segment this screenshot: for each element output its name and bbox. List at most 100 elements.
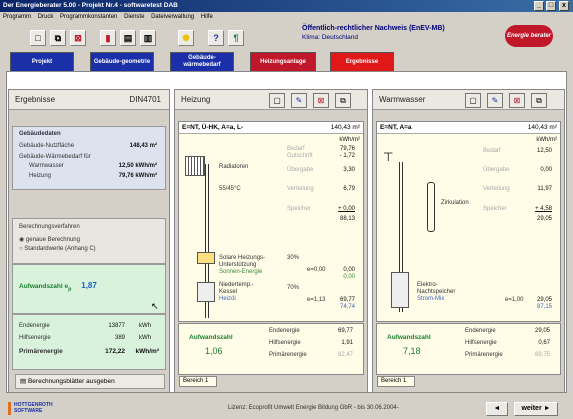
nachtspeicher-icon [391,272,409,308]
heizung-area: 140,43 m² [330,124,360,131]
warm-delete-icon[interactable]: ⊠ [509,93,525,108]
menu-programmkonstanten[interactable]: Programmkonstanten [60,14,117,20]
heizung-label: Heizung [29,173,52,179]
tab-heizungsanlage[interactable]: Heizungsanlage [250,52,316,71]
aufwandszahl-ep: Aufwandszahl ep 1,87 [19,281,97,292]
warm-val-verteilung: 11,97 [537,186,552,192]
warm-gen-v1: 29,05 [536,297,552,303]
warm-key-uebergabe: Übergabe [483,167,510,173]
heizung-end-label: Endenergie [269,328,300,334]
verfahren-heading: Berechnungsverfahren [19,224,80,230]
hilfsenergie-label: Hilfsenergie [19,335,51,341]
ns-line2: Nachtspeicher [417,289,456,295]
help-icon[interactable]: ? [208,30,224,46]
warm-end-value: 29,05 [534,328,550,334]
heizung-key-gutschrift: Gutschrift [287,153,313,159]
menu-druck[interactable]: Druck [38,14,54,20]
zirkulation-label: Zirkulation [441,200,469,206]
open-icon[interactable]: ⧉ [50,30,66,46]
warm-summary: Aufwandszahl 7,18 Endenergie 29,05 Hilfs… [376,323,561,375]
heizung-val-gutschrift: - 1,72 [339,153,355,159]
warm-bereich-tab[interactable]: Bereich 1 [377,376,415,387]
ns-sub: Strom-Mix [417,296,445,302]
primaerenergie-label: Primärenergie [19,348,63,355]
mouse-cursor-icon: ↖ [151,301,159,311]
heizung-delete-icon[interactable]: ⊠ [313,93,329,108]
heizung-summary: Aufwandszahl 1,06 Endenergie 69,77 Hilfs… [178,323,364,375]
nutzflaeche-label: Gebäude-Nutzfläche [19,143,75,149]
warm-val-speicher: + 4,58 [535,206,552,212]
kessel-e: e=1,13 [307,297,326,303]
heizung-key-speicher: Speicher [287,206,311,212]
warm-key-verteilung: Verteilung [483,186,510,192]
back-button[interactable]: ◄ [486,402,508,416]
minimize-button[interactable]: _ [534,1,544,11]
delete-icon[interactable]: ⊠ [70,30,86,46]
berechnungsblaetter-button[interactable]: ▤ Berechnungsblätter ausgeben [15,374,165,389]
genaue-berechnung-radio[interactable]: ◉ genaue Berechnung [19,236,80,243]
heizung-aufwand-label: Aufwandszahl [189,334,233,341]
heizung-val-uebergabe: 3,30 [343,167,355,173]
maximize-button[interactable]: □ [546,1,556,11]
info-icon[interactable]: ¶ [228,30,244,46]
warm-formula-row: E=NT, A=a 140,43 m² [377,122,560,134]
heizung-bereich-tab[interactable]: Bereich 1 [179,376,217,387]
heizung-key-verteilung: Verteilung [287,186,314,192]
kessel-v2: 74,74 [339,304,355,310]
ergebnisse-panel: Ergebnisse DIN4701 Gebäudedaten Gebäude-… [8,89,170,393]
heizung-sum: 88,13 [339,216,355,222]
temp-label: 55/45°C [219,186,241,192]
warm-prim-value: 89,75 [534,352,550,358]
aufwandszahl-value: 1,87 [81,281,97,290]
hilfsenergie-value: 389 [114,335,125,341]
warm-end-label: Endenergie [465,328,496,334]
warm-formula: E=NT, A=a [380,124,412,131]
tab-ergebnisse[interactable]: Ergebnisse [330,52,394,71]
menu-dienste[interactable]: Dienste [124,14,144,20]
tab-gebaeudegeometrie[interactable]: Gebäude-geometrie [90,52,154,71]
warm-view-icon[interactable]: ▢ [465,93,481,108]
aufwandszahl-sub: p [68,286,72,293]
heizung-prim-label: Primärenergie [269,352,307,358]
nachtspeicher-gen-label: Elektro- Nachtspeicher Strom-Mix [417,282,455,303]
heizung-formula: E=NT, Ü-HK, A=a, L- [182,124,244,131]
solar-sub: Sonnen-Energie [219,269,263,275]
menu-dateiverwaltung[interactable]: Dateiverwaltung [151,14,194,20]
heizung-title: Heizung [181,95,211,104]
warm-aufwand-label: Aufwandszahl [387,334,431,341]
next-button[interactable]: weiter ► [514,402,558,416]
lightbulb-icon[interactable]: ✺ [178,30,194,46]
warm-hilf-label: Hilfsenergie [465,340,497,346]
tab-gebaeudewaermebedarf[interactable]: Gebäude-wärmebedarf [170,52,234,71]
solar-pct: 30% [287,255,300,261]
heizung-copy-icon[interactable]: ⧉ [335,93,351,108]
berechnungsverfahren-box: Berechnungsverfahren ◉ genaue Berechnung… [12,218,166,264]
page-title: Öffentlich-rechtlicher Nachweis (EnEV-MB… [302,25,445,32]
solar-unit-icon [197,252,215,264]
solar-v2: 0,00 [343,274,355,280]
print-list-icon: ▤ [20,378,27,385]
print-icon[interactable]: ▤ [120,30,136,46]
heizung-panel: Heizung ▢ ✎ ⊠ ⧉ E=NT, Ü-HK, A=a, L- 140,… [174,89,368,393]
heizung-end-value: 69,77 [337,328,353,334]
heizung-schema: E=NT, Ü-HK, A=a, L- 140,43 m² kWh/m² Bed… [178,121,364,322]
window-title: Der Energieberater 5.00 - Projekt Nr.4 -… [3,2,178,9]
menu-hilfe[interactable]: Hilfe [201,14,213,20]
warm-edit-icon[interactable]: ✎ [487,93,503,108]
save-icon[interactable]: ▮ [100,30,116,46]
print-preview-icon[interactable]: ▥ [140,30,156,46]
close-button[interactable]: x [559,1,569,11]
warm-key-bedarf: Bedarf [483,148,501,154]
warm-copy-icon[interactable]: ⧉ [531,93,547,108]
heizung-view-icon[interactable]: ▢ [269,93,285,108]
kessel-line2: Kessel [219,289,238,295]
heizung-prim-value: 82,47 [337,352,353,358]
heizung-val-bedarf: 79,76 [339,146,355,152]
standardwerte-radio[interactable]: ○ Standardwerte (Anhang C) [19,246,96,252]
new-document-icon[interactable]: □ [30,30,46,46]
tab-projekt[interactable]: Projekt [10,52,74,71]
heizung-edit-icon[interactable]: ✎ [291,93,307,108]
menu-programm[interactable]: Programm [3,14,31,20]
faucet-icon: ⊤ [383,150,394,164]
hilfsenergie-unit: kWh [139,335,151,341]
